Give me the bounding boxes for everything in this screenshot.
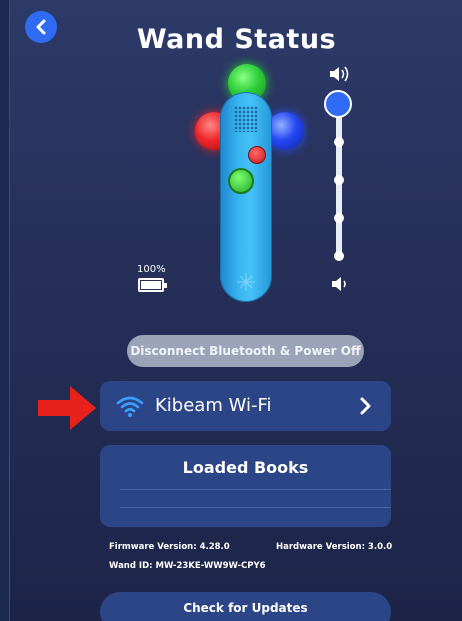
wand-status-screen: Wand Status 100% Disconnect Bluetooth & … (9, 0, 462, 621)
battery-level-text: 100% (137, 264, 166, 275)
page-title: Wand Status (136, 24, 337, 55)
volume-step-dot (334, 175, 344, 185)
firmware-version: Firmware Version: 4.28.0 (109, 542, 230, 552)
volume-step-dot (334, 137, 344, 147)
loaded-books-panel: Loaded Books (100, 445, 391, 527)
volume-step-dot (334, 213, 344, 223)
battery-icon (138, 278, 167, 292)
speaker-grill (234, 106, 258, 132)
sparkle-icon (237, 273, 255, 291)
battery-fill (141, 281, 161, 289)
volume-low-icon (332, 277, 346, 291)
volume-step-dot (334, 251, 344, 261)
volume-slider-track[interactable] (334, 104, 344, 261)
hardware-version: Hardware Version: 3.0.0 (276, 542, 393, 552)
divider (120, 489, 391, 490)
wifi-label: Kibeam Wi-Fi (155, 395, 272, 416)
volume-slider-thumb[interactable] (324, 90, 352, 118)
chevron-right-icon (360, 397, 371, 415)
volume-high-icon (330, 66, 349, 82)
disconnect-button[interactable]: Disconnect Bluetooth & Power Off (127, 335, 364, 367)
wand-green-button (228, 168, 254, 194)
divider (120, 507, 391, 508)
wifi-settings-row[interactable]: Kibeam Wi-Fi (100, 381, 391, 431)
wand-red-button (248, 146, 266, 164)
wand-illustration (220, 92, 272, 302)
loaded-books-title: Loaded Books (182, 458, 309, 477)
check-updates-button[interactable]: Check for Updates (100, 592, 391, 621)
red-arrow-pointer (38, 386, 96, 430)
wifi-icon (116, 396, 144, 417)
wand-id: Wand ID: MW-23KE-WW9W-CPY6 (109, 561, 266, 571)
